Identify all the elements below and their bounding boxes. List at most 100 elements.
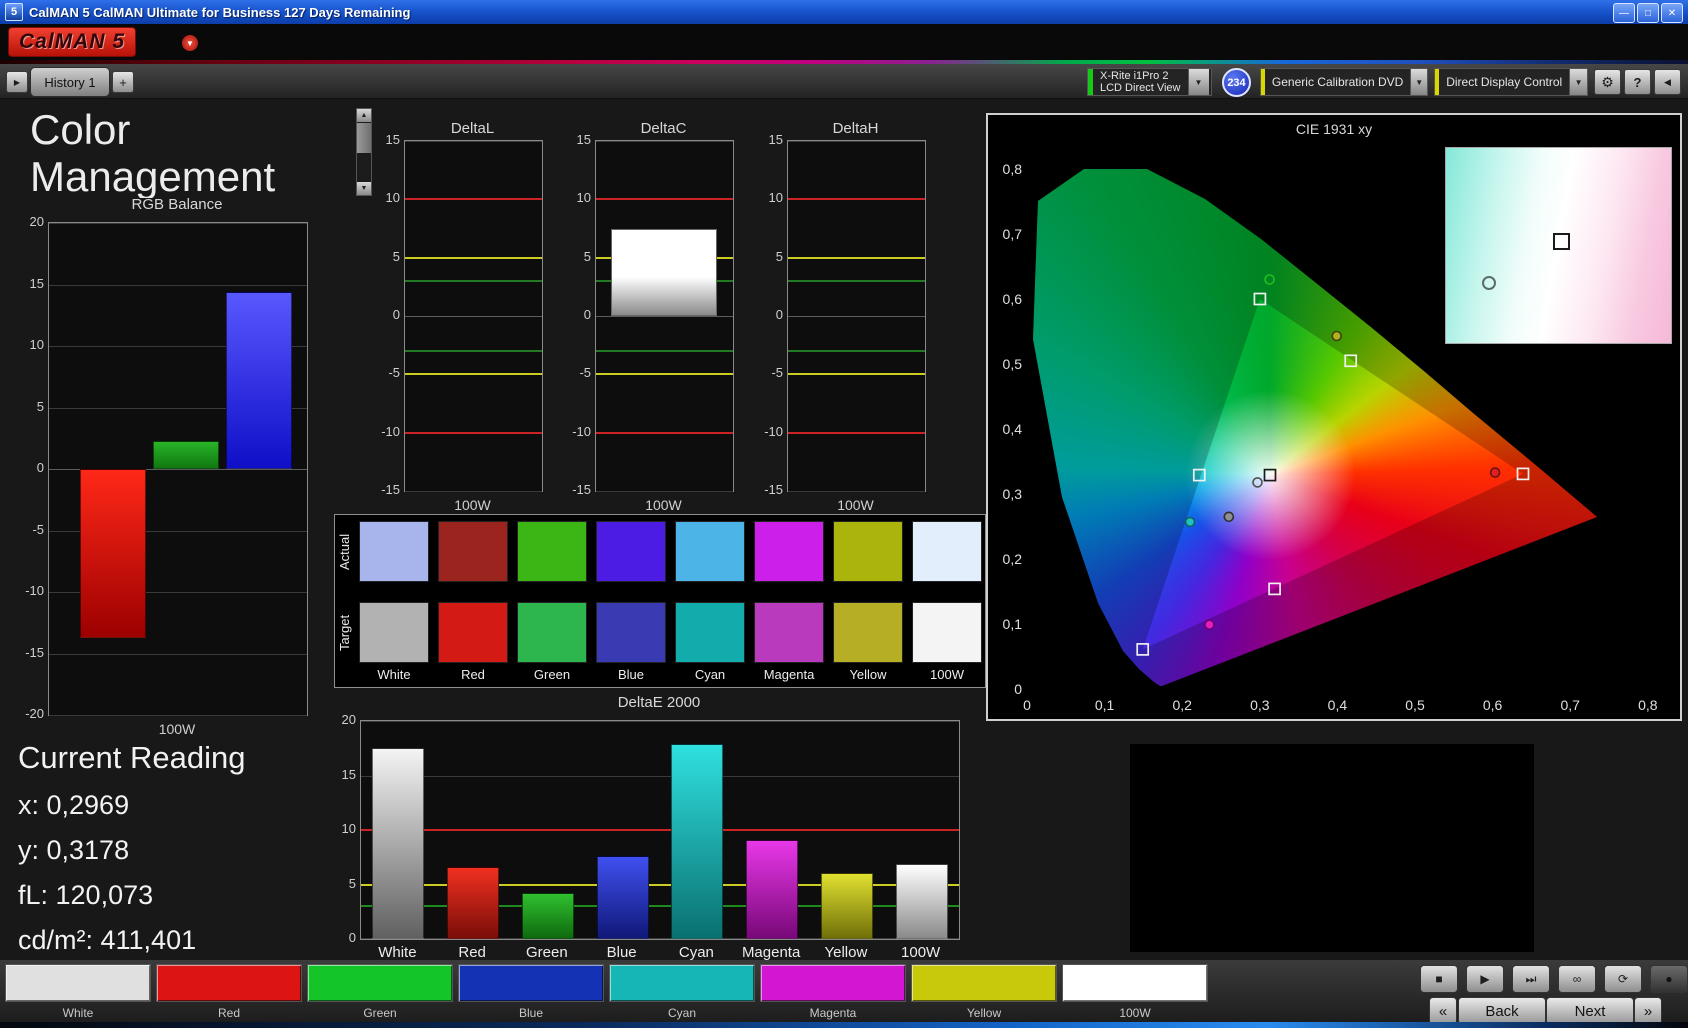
chevron-down-icon[interactable]: ▼ (1188, 69, 1209, 95)
target-swatch-red (438, 602, 508, 663)
scroll-up-icon[interactable]: ▲ (357, 109, 371, 122)
close-button[interactable]: ✕ (1661, 3, 1683, 23)
yellow-limit-line (788, 373, 925, 375)
bar-green (153, 441, 219, 469)
y-tick-label: 15 (563, 132, 591, 147)
y-tick-label: 0 (755, 307, 783, 322)
pattern-patch-green[interactable] (307, 964, 453, 1002)
toolbar: ▶ History 1 + X-Rite i1Pro 2 LCD Direct … (0, 64, 1688, 99)
delta-bar (611, 229, 717, 317)
target-swatch-100w (912, 602, 982, 663)
pattern-patch-magenta[interactable] (760, 964, 906, 1002)
deltae-bar-blue (597, 856, 649, 939)
green-limit-line (405, 280, 542, 282)
yellow-limit-line (788, 257, 925, 259)
deltae-bar-cyan (671, 744, 723, 939)
delta-scrollbar[interactable]: ▲ ▼ (356, 108, 372, 196)
gridline (49, 285, 307, 286)
loop-button[interactable]: ∞ (1558, 965, 1596, 993)
target-swatch-yellow (833, 602, 903, 663)
collapse-right-button[interactable]: ◀ (1654, 69, 1681, 95)
inset-measured-circle (1482, 276, 1496, 290)
chevron-down-icon[interactable]: ▼ (1410, 69, 1427, 95)
meter-dropdown[interactable]: X-Rite i1Pro 2 LCD Direct View ▼ (1087, 68, 1212, 96)
yellow-measured (1332, 332, 1341, 341)
meter-text: X-Rite i1Pro 2 LCD Direct View (1093, 69, 1188, 95)
next-button[interactable]: Next (1546, 997, 1634, 1025)
skip-forward-button[interactable]: ⏭ (1512, 965, 1550, 993)
target-row-label: Target (337, 602, 352, 663)
deltae-bar-red (447, 867, 499, 939)
y-tick-label: 5 (10, 399, 44, 414)
pattern-patch-label: 100W (1062, 1006, 1208, 1020)
scrollbar-thumb[interactable] (357, 123, 371, 153)
pattern-patch-label: White (5, 1006, 151, 1020)
y-tick-label: -10 (755, 424, 783, 439)
pattern-patch-100w[interactable] (1062, 964, 1208, 1002)
next-skip-button[interactable]: » (1634, 997, 1662, 1025)
actual-swatch-100w (912, 521, 982, 582)
pattern-patch-blue[interactable] (458, 964, 604, 1002)
y-tick-label: -15 (372, 482, 400, 497)
display-control-dropdown[interactable]: Direct Display Control ▼ (1434, 68, 1588, 96)
white-measured (1253, 478, 1262, 487)
gridline (596, 141, 733, 142)
maximize-button[interactable]: □ (1637, 3, 1659, 23)
y-tick-label: -15 (755, 482, 783, 497)
chevron-down-icon[interactable]: ▼ (1569, 69, 1587, 95)
tab-history-1[interactable]: History 1 (30, 67, 110, 97)
minimize-button[interactable]: — (1613, 3, 1635, 23)
y-tick-label: 10 (10, 337, 44, 352)
swatch-column-label: Red (434, 667, 512, 682)
app-icon: 5 (5, 3, 23, 21)
gridline (49, 223, 307, 224)
cie-x-tick: 0,5 (1393, 697, 1437, 713)
cie-y-tick: 0,2 (990, 551, 1022, 567)
cie-chart-title: CIE 1931 xy (988, 121, 1680, 137)
help-button[interactable]: ? (1624, 69, 1651, 95)
pattern-patch-label: Magenta (760, 1006, 906, 1020)
deltae-bar-100w (896, 864, 948, 939)
back-button[interactable]: Back (1458, 997, 1546, 1025)
cie-y-tick: 0,7 (990, 226, 1022, 242)
add-tab-button[interactable]: + (112, 71, 134, 93)
scroll-down-icon[interactable]: ▼ (357, 182, 371, 195)
pattern-patch-red[interactable] (156, 964, 302, 1002)
source-dropdown[interactable]: Generic Calibration DVD ▼ (1260, 68, 1428, 96)
y-tick-label: 15 (372, 132, 400, 147)
meter-name: X-Rite i1Pro 2 (1100, 70, 1181, 82)
back-skip-button[interactable]: « (1429, 997, 1457, 1025)
current-reading-panel: Current Reading x: 0,2969 y: 0,3178 fL: … (18, 740, 338, 970)
gridline (788, 316, 925, 317)
cie-whitepoint-inset (1445, 147, 1672, 344)
bottom-accent-strip (0, 1022, 1688, 1028)
y-tick-label: 0 (563, 307, 591, 322)
reading-y: y: 0,3178 (18, 835, 338, 866)
deltah-plot (787, 140, 926, 492)
deltah-chart: DeltaH151050-5-10-15100W (757, 120, 927, 512)
cie-x-tick: 0,1 (1083, 697, 1127, 713)
cie-y-tick: 0,4 (990, 421, 1022, 437)
deltae-bar-white (372, 748, 424, 939)
target-swatch-white (359, 602, 429, 663)
record-button[interactable]: ● (1650, 965, 1688, 993)
refresh-button[interactable]: ⟳ (1604, 965, 1642, 993)
pattern-patch-white[interactable] (5, 964, 151, 1002)
cie-x-tick: 0,6 (1471, 697, 1515, 713)
pattern-patch-yellow[interactable] (911, 964, 1057, 1002)
logo-menu-button[interactable]: ▼ (182, 35, 198, 51)
pattern-patch-cyan[interactable] (609, 964, 755, 1002)
play-button[interactable]: ▶ (1466, 965, 1504, 993)
y-tick-label: -10 (10, 583, 44, 598)
deltae-2000-chart: DeltaE 200020151050WhiteRedGreenBlueCyan… (326, 694, 974, 962)
x-category-label: Blue (584, 944, 660, 961)
settings-gear-button[interactable]: ⚙ (1594, 69, 1621, 95)
y-tick-label: -15 (10, 645, 44, 660)
deltal-chart: DeltaL151050-5-10-15100W (374, 120, 544, 512)
panel-expander-button[interactable]: ▶ (6, 71, 28, 93)
stop-button[interactable]: ■ (1420, 965, 1458, 993)
calman-logo: CalMAN 5 (8, 27, 136, 57)
pattern-patch-label: Blue (458, 1006, 604, 1020)
rgb-balance-plot (48, 222, 308, 716)
gray-measured (1224, 512, 1233, 521)
